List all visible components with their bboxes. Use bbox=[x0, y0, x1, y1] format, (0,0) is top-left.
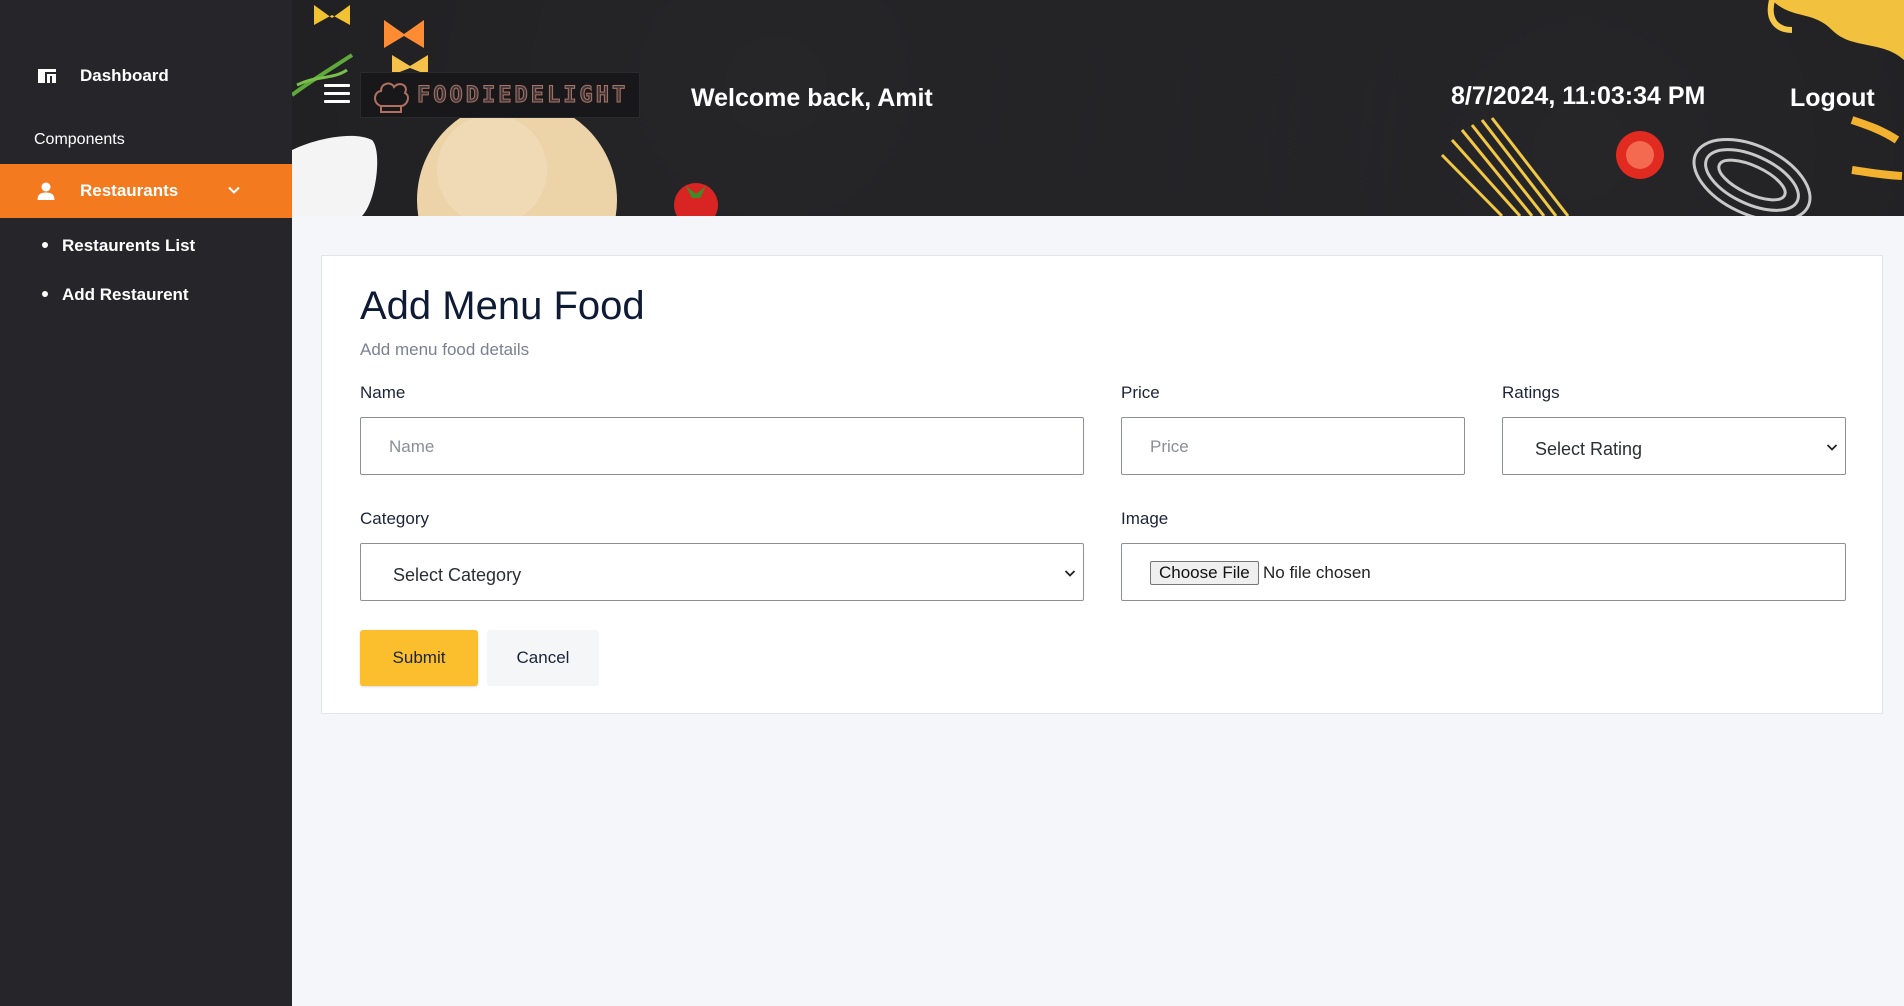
name-label: Name bbox=[360, 383, 406, 402]
sidebar-item-add-restaurent[interactable]: Add Restaurent bbox=[0, 276, 292, 312]
page-title: Add Menu Food bbox=[360, 284, 645, 328]
sidebar-item-label: Add Restaurent bbox=[62, 285, 189, 304]
chevron-down-icon bbox=[1826, 444, 1838, 451]
ratings-selected-value: Select Rating bbox=[1535, 439, 1643, 459]
dashboard-icon bbox=[38, 69, 56, 83]
sidebar-item-label: Restaurants bbox=[80, 181, 179, 200]
price-input[interactable]: Price bbox=[1121, 417, 1465, 475]
chevron-down-icon bbox=[228, 186, 240, 194]
sidebar-item-label: Restaurents List bbox=[62, 236, 196, 255]
category-selected-value: Select Category bbox=[393, 565, 522, 585]
image-label: Image bbox=[1121, 509, 1169, 528]
name-placeholder: Name bbox=[389, 437, 435, 456]
category-select[interactable]: Select Category bbox=[360, 543, 1084, 601]
brand-logo: FOODIEDELIGHT bbox=[360, 72, 640, 118]
header-banner: FOODIEDELIGHT Welcome back, Amit 8/7/202… bbox=[292, 0, 1904, 216]
ratings-select[interactable]: Select Rating bbox=[1502, 417, 1846, 475]
sidebar-item-label: Dashboard bbox=[80, 66, 169, 85]
sidebar-section-heading: Components bbox=[34, 131, 125, 148]
bullet-icon bbox=[42, 291, 48, 297]
category-label: Category bbox=[360, 509, 429, 528]
sidebar-item-restaurents-list[interactable]: Restaurents List bbox=[0, 227, 292, 263]
user-icon bbox=[37, 182, 55, 200]
logo-text: FOODIEDELIGHT bbox=[416, 83, 629, 109]
submit-button[interactable]: Submit bbox=[360, 630, 478, 686]
sidebar-item-dashboard[interactable]: Dashboard bbox=[0, 50, 292, 102]
chevron-down-icon bbox=[1064, 570, 1076, 577]
menu-toggle-icon[interactable] bbox=[324, 84, 350, 104]
ratings-label: Ratings bbox=[1502, 383, 1560, 402]
add-menu-food-card: Add Menu Food Add menu food details Name… bbox=[321, 255, 1883, 714]
page-subtitle: Add menu food details bbox=[360, 340, 530, 359]
logout-button[interactable]: Logout bbox=[1790, 84, 1875, 113]
bullet-icon bbox=[42, 242, 48, 248]
cancel-button[interactable]: Cancel bbox=[487, 630, 599, 686]
welcome-message: Welcome back, Amit bbox=[691, 84, 933, 112]
name-input[interactable]: Name bbox=[360, 417, 1084, 475]
file-status: No file chosen bbox=[1263, 563, 1371, 582]
sidebar-item-restaurants[interactable]: Restaurants bbox=[0, 164, 292, 218]
image-file-input[interactable]: Choose File No file chosen bbox=[1121, 543, 1846, 601]
sidebar: Dashboard Components Restaurants Restaur… bbox=[0, 0, 292, 1006]
choose-file-button[interactable]: Choose File bbox=[1150, 561, 1259, 585]
price-placeholder: Price bbox=[1150, 437, 1189, 456]
chef-hat-icon bbox=[374, 82, 409, 113]
current-datetime: 8/7/2024, 11:03:34 PM bbox=[1451, 82, 1706, 110]
price-label: Price bbox=[1121, 383, 1160, 402]
